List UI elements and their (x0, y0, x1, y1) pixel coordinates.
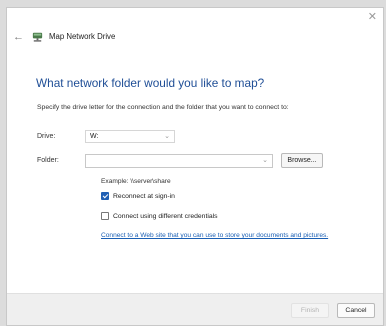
back-arrow-icon[interactable]: ← (13, 32, 24, 43)
credentials-label: Connect using different credentials (113, 212, 218, 220)
folder-label: Folder: (37, 157, 59, 164)
reconnect-option[interactable]: Reconnect at sign-in (101, 192, 175, 200)
chevron-down-icon: ⌄ (164, 133, 170, 140)
example-text: Example: \\server\share (101, 178, 171, 185)
page-heading: What network folder would you like to ma… (36, 76, 265, 90)
folder-combobox[interactable]: ⌄ (85, 154, 273, 168)
cancel-button[interactable]: Cancel (337, 303, 375, 318)
dialog-footer: Finish Cancel (7, 293, 383, 325)
web-site-link[interactable]: Connect to a Web site that you can use t… (101, 232, 328, 239)
reconnect-label: Reconnect at sign-in (113, 192, 175, 200)
drive-label: Drive: (37, 133, 56, 140)
credentials-checkbox[interactable] (101, 212, 109, 220)
drive-dropdown[interactable]: W: ⌄ (85, 130, 175, 143)
chevron-down-icon[interactable]: ⌄ (262, 156, 268, 164)
network-drive-icon (32, 32, 43, 42)
finish-button[interactable]: Finish (291, 303, 329, 318)
reconnect-checkbox[interactable] (101, 192, 109, 200)
drive-value: W: (90, 133, 99, 140)
window-title: Map Network Drive (49, 32, 116, 41)
close-icon[interactable]: ✕ (368, 12, 377, 23)
instructions-text: Specify the drive letter for the connect… (37, 104, 289, 111)
browse-button[interactable]: Browse... (281, 153, 323, 168)
credentials-option[interactable]: Connect using different credentials (101, 212, 218, 220)
title-bar: Map Network Drive (31, 30, 115, 43)
map-network-drive-dialog: ✕ ← Map Network Drive What network folde… (6, 7, 384, 326)
